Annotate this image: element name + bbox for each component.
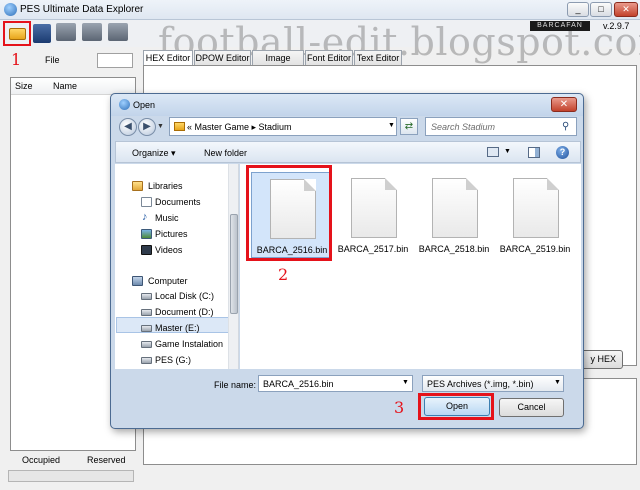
column-name[interactable]: Name (53, 81, 77, 91)
search-icon[interactable]: ⚲ (562, 121, 569, 132)
file-icon (351, 178, 397, 238)
nav-documents[interactable]: Documents (155, 197, 201, 207)
tab-font-editor[interactable]: Font Editor (305, 50, 353, 66)
file-field[interactable] (97, 53, 133, 68)
file-name-input[interactable]: BARCA_2516.bin ▼ (258, 375, 413, 392)
help-icon[interactable]: ? (556, 146, 569, 159)
app-titlebar: PES Ultimate Data Explorer _ □ ✕ (0, 0, 640, 20)
dialog-title: Open (133, 100, 156, 110)
column-size[interactable]: Size (15, 81, 33, 91)
nav-computer[interactable]: Computer (148, 276, 188, 286)
file-icon (432, 178, 478, 238)
nav-pes-g[interactable]: PES (G:) (155, 355, 191, 365)
nav-scrollbar-thumb[interactable] (230, 214, 238, 314)
status-occupied: Occupied (22, 455, 61, 465)
search-placeholder: Search Stadium (431, 122, 496, 132)
file-type-chevron-down-icon[interactable]: ▼ (554, 379, 561, 386)
nav-libraries[interactable]: Libraries (148, 181, 183, 191)
view-options-icon[interactable] (487, 147, 499, 157)
file-item[interactable]: BARCA_2518.bin (414, 172, 494, 258)
open-button[interactable]: Open (424, 397, 490, 416)
file-name: BARCA_2517.bin (337, 244, 409, 254)
nav-videos[interactable]: Videos (155, 245, 182, 255)
nav-local-disk-c[interactable]: Local Disk (C:) (155, 291, 214, 301)
file-type-select[interactable]: PES Archives (*.img, *.bin) ▼ (422, 375, 564, 392)
maximize-button[interactable]: □ (590, 2, 612, 17)
videos-icon (141, 245, 152, 255)
dialog-titlebar: Open ✕ (111, 94, 583, 116)
status-reserved: Reserved (87, 455, 126, 465)
libraries-icon (132, 181, 143, 191)
view-chevron-down-icon[interactable]: ▼ (504, 148, 511, 155)
music-icon: ♪ (142, 211, 148, 223)
file-name-value: BARCA_2516.bin (263, 379, 334, 389)
minimize-button[interactable]: _ (567, 2, 589, 17)
file-item[interactable]: BARCA_2519.bin (495, 172, 575, 258)
nav-pictures[interactable]: Pictures (155, 229, 188, 239)
back-button[interactable]: ◀ (119, 118, 137, 136)
recent-locations-chevron-icon[interactable]: ▼ (157, 123, 164, 130)
address-bar[interactable]: « Master Game ▸ Stadium ▼ (169, 117, 397, 136)
folder-open-icon (9, 28, 26, 40)
folder-icon (174, 122, 185, 131)
cancel-button[interactable]: Cancel (499, 398, 564, 417)
organize-button[interactable]: Organize ▾ (132, 148, 176, 159)
navigation-pane: Libraries Documents ♪ Music Pictures Vid… (115, 164, 239, 369)
file-label: File (45, 55, 60, 65)
file-name: BARCA_2519.bin (499, 244, 571, 254)
file-name-label: File name: (214, 380, 257, 390)
nav-master-e[interactable]: Master (E:) (155, 323, 200, 333)
usage-progress-bar (8, 470, 134, 482)
nav-scrollbar[interactable] (228, 164, 238, 369)
preview-pane-icon[interactable] (528, 147, 540, 158)
file-name-chevron-down-icon[interactable]: ▼ (402, 379, 409, 386)
drive-icon (141, 309, 152, 316)
forward-button[interactable]: ▶ (138, 118, 156, 136)
address-chevron-down-icon[interactable]: ▼ (388, 122, 395, 129)
save-icon[interactable] (33, 24, 51, 43)
drive-icon (141, 357, 152, 364)
dialog-close-button[interactable]: ✕ (551, 97, 577, 112)
app-icon (4, 3, 17, 16)
nav-document-d[interactable]: Document (D:) (155, 307, 214, 317)
version-label: v.2.9.7 (603, 21, 630, 31)
close-button[interactable]: ✕ (614, 2, 638, 17)
step-3-annotation: 3 (394, 398, 405, 417)
documents-icon (141, 197, 152, 207)
drive-icon (141, 341, 152, 348)
import-icon[interactable] (82, 23, 102, 41)
drive-icon (141, 325, 152, 332)
dialog-command-bar: Organize ▾ New folder ▼ ? (115, 141, 581, 163)
open-file-button[interactable] (3, 21, 31, 46)
refresh-button[interactable]: ⇄ (400, 118, 418, 135)
nav-music[interactable]: Music (155, 213, 179, 223)
nav-game-installation[interactable]: Game Instalation (155, 339, 223, 349)
search-input[interactable]: Search Stadium ⚲ (425, 117, 577, 136)
computer-icon (132, 276, 143, 286)
extract-icon[interactable] (56, 23, 76, 41)
pictures-icon (141, 229, 152, 239)
selection-highlight-box (246, 165, 332, 261)
tab-dpow-editor[interactable]: DPOW Editor (194, 50, 251, 66)
tab-image-editor[interactable]: Image Editor (252, 50, 304, 77)
step-1-annotation: 1 (11, 50, 22, 69)
step-2-annotation: 2 (278, 265, 289, 284)
drive-icon (141, 293, 152, 300)
file-icon (513, 178, 559, 238)
file-name: BARCA_2518.bin (418, 244, 490, 254)
address-path[interactable]: « Master Game ▸ Stadium (187, 122, 292, 133)
app-title: PES Ultimate Data Explorer (20, 4, 144, 15)
file-type-value: PES Archives (*.img, *.bin) (427, 379, 534, 389)
tab-text-editor[interactable]: Text Editor (354, 50, 402, 66)
open-dialog: Open ✕ ◀ ▶ ▼ « Master Game ▸ Stadium ▼ ⇄… (110, 93, 584, 429)
editor-tabs: HEX Editor DPOW Editor Image Editor Font… (143, 50, 637, 77)
export-icon[interactable] (108, 23, 128, 41)
brand-logo: BARCAFAN (530, 21, 590, 31)
new-folder-button[interactable]: New folder (204, 148, 247, 158)
dialog-app-icon (119, 99, 130, 110)
file-item[interactable]: BARCA_2517.bin (333, 172, 413, 258)
